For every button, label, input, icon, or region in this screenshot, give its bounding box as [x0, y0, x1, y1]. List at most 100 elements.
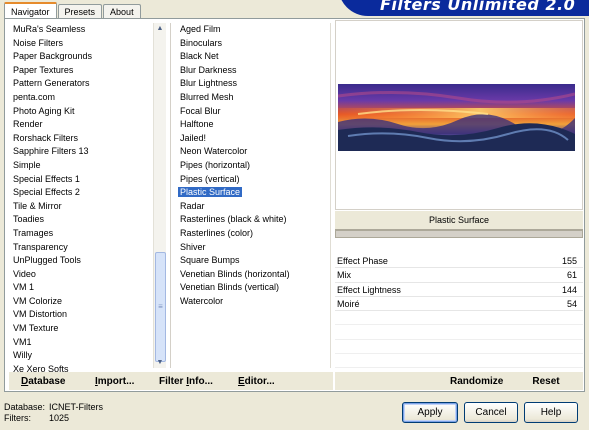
- filter-item-label: Blurred Mesh: [180, 91, 234, 102]
- editor-button[interactable]: Editor...: [232, 376, 281, 387]
- footer: Database: ICNET-Filters Filters: 1025 Appl…: [0, 394, 589, 430]
- progress-bar: [335, 230, 583, 238]
- parameter-slider[interactable]: Moiré 54: [335, 297, 583, 312]
- filter-item-label: Plastic Surface: [178, 187, 243, 198]
- filter-item-label: Watercolor: [180, 295, 224, 306]
- category-list[interactable]: MuRa's Seamless Noise Filters Paper Backgr…: [9, 23, 157, 372]
- parameter-slider[interactable]: Effect Phase 155: [335, 254, 583, 269]
- category-item[interactable]: Video: [9, 268, 157, 282]
- parameter-slider[interactable]: Mix 61: [335, 268, 583, 283]
- filter-item[interactable]: Pipes (vertical): [176, 173, 322, 187]
- category-item[interactable]: Photo Aging Kit: [9, 105, 157, 119]
- category-item[interactable]: Rorshack Filters: [9, 132, 157, 146]
- category-item[interactable]: UnPlugged Tools: [9, 254, 157, 268]
- filter-item[interactable]: Black Net: [176, 50, 322, 64]
- database-button[interactable]: Database: [9, 376, 89, 387]
- category-item[interactable]: Tile & Mirror: [9, 200, 157, 214]
- filter-item[interactable]: Blur Darkness: [176, 64, 322, 78]
- filter-item[interactable]: Rasterlines (black & white): [176, 213, 322, 227]
- category-item[interactable]: VM Distortion: [9, 308, 157, 322]
- filter-item[interactable]: Neon Watercolor: [176, 145, 322, 159]
- filter-item[interactable]: Venetian Blinds (horizontal): [176, 268, 322, 282]
- parameter-list: Effect Phase 155 Mix 61 Effect Lightness 144 M…: [335, 254, 583, 369]
- filter-info-label-b: nfo...: [189, 375, 213, 387]
- category-item[interactable]: Noise Filters: [9, 37, 157, 51]
- import-button[interactable]: Import...: [89, 376, 153, 387]
- database-value: ICNET-Filters: [49, 402, 103, 412]
- category-item[interactable]: Toadies: [9, 213, 157, 227]
- navigator-toolbar: Database Import... Filter Info... Editor…: [9, 372, 333, 390]
- reset-button[interactable]: Reset: [532, 376, 559, 387]
- filter-item-label: Rasterlines (black & white): [180, 214, 287, 225]
- filter-item[interactable]: Square Bumps: [176, 254, 322, 268]
- category-scrollbar[interactable]: ▲ ≡ ▼: [153, 23, 166, 368]
- database-info: Database: ICNET-Filters Filters: 1025: [4, 402, 103, 424]
- navigator-panel: MuRa's Seamless Noise Filters Paper Backgr…: [4, 18, 585, 392]
- filter-info-label-a: Filter: [159, 375, 187, 387]
- tab-presets[interactable]: Presets: [57, 4, 103, 19]
- randomize-button[interactable]: Randomize: [450, 376, 503, 387]
- cancel-button[interactable]: Cancel: [464, 402, 518, 423]
- category-item[interactable]: Tramages: [9, 227, 157, 241]
- category-item[interactable]: penta.com: [9, 91, 157, 105]
- tab-about[interactable]: About: [103, 4, 141, 19]
- filter-item[interactable]: Blur Lightness: [176, 77, 322, 91]
- category-item[interactable]: Special Effects 1: [9, 173, 157, 187]
- filter-info-button[interactable]: Filter Info...: [153, 376, 232, 387]
- filter-list[interactable]: Aged Film Binoculars Black Net Blur Darknes…: [176, 23, 322, 372]
- help-button[interactable]: Help: [524, 402, 578, 423]
- filter-item[interactable]: Aged Film: [176, 23, 322, 37]
- category-item[interactable]: Willy: [9, 349, 157, 363]
- category-item[interactable]: VM 1: [9, 281, 157, 295]
- apply-button[interactable]: Apply: [402, 402, 458, 423]
- scroll-thumb[interactable]: ≡: [155, 252, 166, 362]
- category-item[interactable]: Transparency: [9, 241, 157, 255]
- filter-item[interactable]: Shiver: [176, 241, 322, 255]
- preview-box: [335, 20, 583, 210]
- filter-item[interactable]: Pipes (horizontal): [176, 159, 322, 173]
- filter-item[interactable]: Rasterlines (color): [176, 227, 322, 241]
- filters-value: 1025: [49, 413, 70, 423]
- filter-item[interactable]: Jailed!: [176, 132, 322, 146]
- category-item[interactable]: Paper Backgrounds: [9, 50, 157, 64]
- category-item[interactable]: Xe Xero Softs: [9, 363, 157, 372]
- category-item[interactable]: Sapphire Filters 13: [9, 145, 157, 159]
- filter-item-label: Blur Darkness: [180, 64, 237, 75]
- category-item[interactable]: VM Texture: [9, 322, 157, 336]
- category-item[interactable]: Render: [9, 118, 157, 132]
- category-item[interactable]: Paper Textures: [9, 64, 157, 78]
- filter-item[interactable]: Focal Blur: [176, 105, 322, 119]
- category-item[interactable]: VM1: [9, 336, 157, 350]
- filter-item[interactable]: Blurred Mesh: [176, 91, 322, 105]
- category-item[interactable]: Simple: [9, 159, 157, 173]
- parameter-label: Effect Lightness: [337, 284, 401, 295]
- slider-track[interactable]: [335, 310, 583, 312]
- title-banner: Filters Unlimited 2.0: [338, 0, 589, 16]
- parameter-slider[interactable]: Effect Lightness 144: [335, 283, 583, 297]
- filter-item-label: Black Net: [180, 51, 219, 62]
- filter-item[interactable]: Watercolor: [176, 295, 322, 309]
- filter-item-label: Square Bumps: [180, 255, 240, 266]
- preview-area: Plastic Surface Effect Phase 155 Mix 61 Effe…: [335, 20, 583, 390]
- filter-item[interactable]: Halftone: [176, 118, 322, 132]
- import-label-rest: mport...: [97, 375, 135, 387]
- editor-label-rest: ditor...: [244, 375, 275, 387]
- filters-key: Filters:: [4, 413, 31, 423]
- category-item[interactable]: Special Effects 2: [9, 186, 157, 200]
- database-row: Database: ICNET-Filters: [4, 402, 103, 413]
- parameter-label: Moiré: [337, 298, 360, 309]
- category-item[interactable]: Pattern Generators: [9, 77, 157, 91]
- parameter-value: 155: [561, 256, 577, 266]
- scroll-down-icon[interactable]: ▼: [154, 357, 166, 368]
- parameter-label: Mix: [337, 270, 351, 281]
- filter-item[interactable]: Binoculars: [176, 37, 322, 51]
- filter-item-label: Rasterlines (color): [180, 227, 254, 238]
- filter-item-label: Shiver: [180, 241, 206, 252]
- filter-item[interactable]: Radar: [176, 200, 322, 214]
- filter-item[interactable]: Plastic Surface: [176, 186, 322, 200]
- category-item[interactable]: MuRa's Seamless: [9, 23, 157, 37]
- filter-item[interactable]: Venetian Blinds (vertical): [176, 281, 322, 295]
- category-item[interactable]: VM Colorize: [9, 295, 157, 309]
- preview-image[interactable]: [338, 84, 575, 151]
- scroll-up-icon[interactable]: ▲: [154, 23, 166, 34]
